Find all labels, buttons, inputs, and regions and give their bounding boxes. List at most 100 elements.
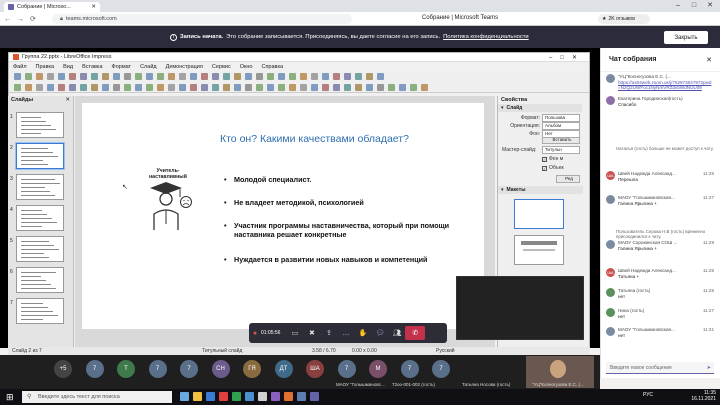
- taskbar-app-icon[interactable]: [180, 392, 189, 401]
- toolbar-button-icon[interactable]: [344, 83, 351, 91]
- slide-thumbnail[interactable]: [16, 143, 64, 169]
- impress-close-icon[interactable]: ✕: [572, 55, 585, 61]
- toolbar-button-icon[interactable]: [14, 83, 21, 91]
- toolbar-button-icon[interactable]: [333, 73, 340, 80]
- taskbar-app-icon[interactable]: [206, 392, 215, 401]
- toolbar-button-icon[interactable]: [300, 73, 307, 80]
- toolbar-button-icon[interactable]: [102, 73, 109, 80]
- toolbar-button-icon[interactable]: [234, 73, 241, 80]
- participant-avatar[interactable]: 7: [337, 360, 356, 378]
- toolbar-button-icon[interactable]: [91, 73, 98, 80]
- taskbar-clock[interactable]: 11:35 16.11.2021: [674, 390, 716, 402]
- toolbar-button-icon[interactable]: [421, 83, 428, 91]
- toolbar-button-icon[interactable]: [355, 73, 362, 80]
- more-options-icon[interactable]: …: [337, 330, 354, 337]
- toolbar-button-icon[interactable]: [212, 83, 219, 91]
- layout-thumbnail-blank[interactable]: [514, 199, 564, 229]
- master-slide-select[interactable]: Титульн: [542, 146, 580, 154]
- toolbar-button-icon[interactable]: [58, 83, 65, 91]
- menu-item[interactable]: Формат: [112, 64, 132, 70]
- taskbar-search[interactable]: ⚲ Введите здесь текст для поиска: [22, 391, 172, 403]
- menu-item[interactable]: Сервис: [212, 64, 231, 70]
- slide-thumbnail[interactable]: [16, 236, 64, 262]
- toolbar-button-icon[interactable]: [377, 83, 384, 91]
- avatar[interactable]: [606, 74, 615, 83]
- send-icon[interactable]: ➤: [707, 365, 711, 371]
- toolbar-button-icon[interactable]: [366, 83, 373, 91]
- slide-section-header[interactable]: ▾ Слайд: [498, 104, 582, 112]
- avatar[interactable]: [606, 195, 615, 204]
- toolbar-button-icon[interactable]: [355, 83, 362, 91]
- menu-item[interactable]: Слайд: [140, 64, 157, 70]
- windows-start-icon[interactable]: ⊞: [6, 392, 14, 403]
- master-background-checkbox[interactable]: ✓ Фон м: [542, 156, 563, 162]
- menu-item[interactable]: Вставка: [82, 64, 102, 70]
- toolbar-button-icon[interactable]: [47, 83, 54, 91]
- toolbar-button-icon[interactable]: [47, 73, 54, 80]
- participant-avatar[interactable]: 7: [85, 360, 104, 378]
- reviews-badge[interactable]: ★ 2K отзывов: [598, 14, 650, 24]
- toolbar-button-icon[interactable]: [146, 83, 153, 91]
- toolbar-button-icon[interactable]: [278, 73, 285, 80]
- toolbar-button-icon[interactable]: [245, 83, 252, 91]
- toolbar-button-icon[interactable]: [80, 83, 87, 91]
- microphone-off-icon[interactable]: ✖: [303, 329, 320, 337]
- participant-avatar[interactable]: 7: [180, 360, 198, 378]
- toolbar-button-icon[interactable]: [377, 73, 384, 80]
- toolbar-button-icon[interactable]: [212, 73, 219, 80]
- share-screen-icon[interactable]: ⇪: [320, 329, 337, 337]
- menu-item[interactable]: Файл: [13, 64, 27, 70]
- maximize-icon[interactable]: □: [686, 2, 702, 9]
- close-banner-button[interactable]: Закрыть: [664, 31, 708, 44]
- participant-avatar[interactable]: ДТ: [274, 360, 293, 378]
- avatar[interactable]: [606, 240, 615, 249]
- toolbar-button-icon[interactable]: [91, 83, 98, 91]
- toolbar-button-icon[interactable]: [36, 83, 43, 91]
- toolbar-button-icon[interactable]: [234, 83, 241, 91]
- property-value[interactable]: Альбом: [542, 122, 580, 130]
- toolbar-button-icon[interactable]: [36, 73, 43, 80]
- avatar[interactable]: ША: [606, 268, 615, 277]
- toolbar-button-icon[interactable]: [146, 73, 153, 80]
- toolbar-button-icon[interactable]: [190, 83, 197, 91]
- privacy-policy-link[interactable]: Политика конфиденциальности: [443, 34, 529, 40]
- slide-thumbnail[interactable]: [16, 174, 64, 200]
- toolbar-button-icon[interactable]: [102, 83, 109, 91]
- slide-thumbnail[interactable]: [16, 112, 64, 138]
- toolbar-button-icon[interactable]: [69, 83, 76, 91]
- slide-thumbnail[interactable]: [16, 298, 64, 324]
- url-field[interactable]: 🔒︎ teams.microsoft.com: [52, 14, 352, 24]
- participant-avatar[interactable]: 7: [148, 360, 167, 378]
- toolbar-button-icon[interactable]: [190, 73, 197, 80]
- toolbar-button-icon[interactable]: [113, 73, 120, 80]
- toolbar-button-icon[interactable]: [267, 73, 274, 80]
- toolbar-button-icon[interactable]: [388, 83, 395, 91]
- browser-tab[interactable]: Собрание | Microso... ✕: [4, 2, 100, 12]
- taskbar-app-icon[interactable]: [232, 392, 241, 401]
- impress-maximize-icon[interactable]: □: [560, 55, 572, 61]
- toolbar-button-icon[interactable]: [245, 73, 252, 80]
- chat-icon[interactable]: 💬︎: [371, 329, 388, 337]
- menu-item[interactable]: Окно: [240, 64, 253, 70]
- toolbar-button-icon[interactable]: [157, 83, 164, 91]
- avatar[interactable]: [606, 96, 615, 105]
- toolbar-button-icon[interactable]: [135, 73, 142, 80]
- layouts-section-header[interactable]: ▾ Макеты: [498, 186, 583, 194]
- toolbar-button-icon[interactable]: [201, 83, 208, 91]
- close-tab-icon[interactable]: ✕: [91, 4, 96, 10]
- menu-item[interactable]: Справка: [261, 64, 283, 70]
- toolbar-button-icon[interactable]: [322, 83, 329, 91]
- toolbar-button-icon[interactable]: [223, 83, 230, 91]
- toolbar-button-icon[interactable]: [256, 73, 263, 80]
- layout-thumbnail-title[interactable]: [514, 235, 564, 265]
- participant-avatar[interactable]: 7: [400, 360, 419, 378]
- participant-avatar[interactable]: ГЯ: [243, 360, 261, 378]
- participant-avatar[interactable]: Т: [117, 360, 135, 378]
- minimize-icon[interactable]: –: [670, 2, 686, 9]
- toolbar-button-icon[interactable]: [58, 73, 65, 80]
- raise-hand-icon[interactable]: ✋: [354, 329, 371, 337]
- taskbar-app-icon[interactable]: [219, 392, 228, 401]
- toolbar-button-icon[interactable]: [25, 73, 32, 80]
- toolbar-button-icon[interactable]: [289, 83, 296, 91]
- slide-thumbnail[interactable]: [16, 205, 64, 231]
